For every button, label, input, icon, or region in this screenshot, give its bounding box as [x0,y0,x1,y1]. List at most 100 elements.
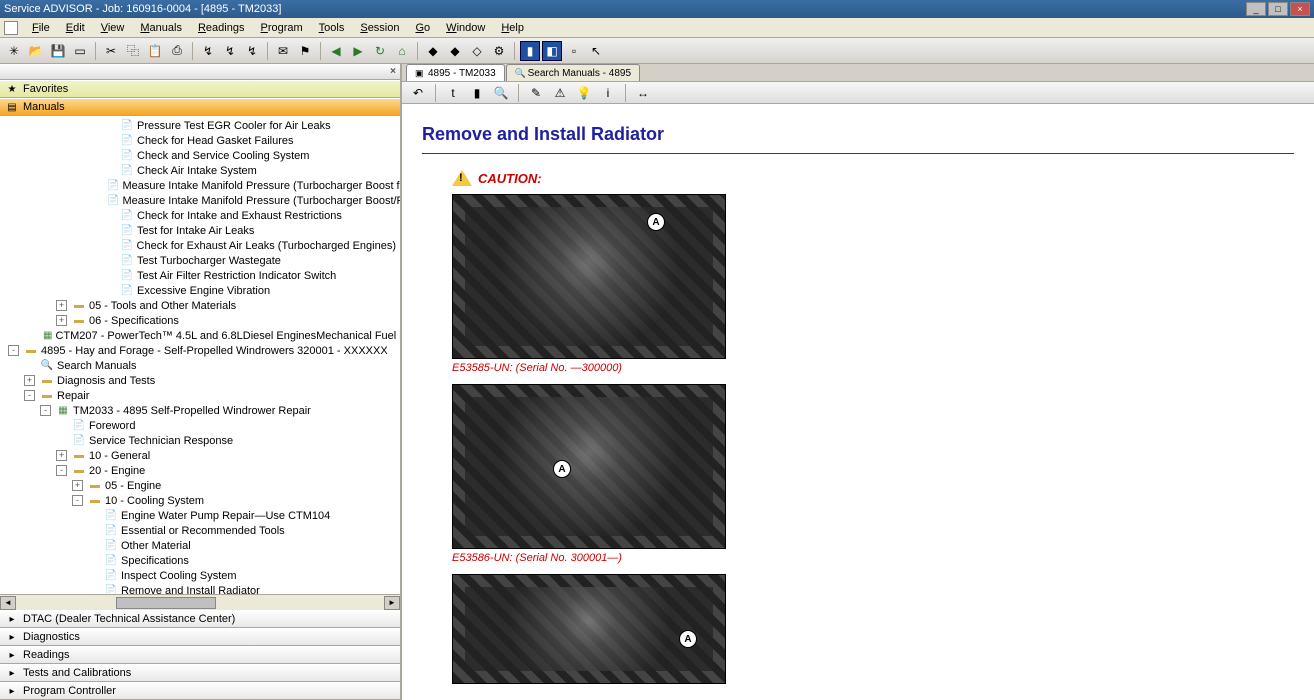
tree-view[interactable]: 📄Pressure Test EGR Cooler for Air Leaks📄… [0,116,400,594]
cut-icon[interactable]: ✂ [101,41,121,61]
accordion-tests-and-calibrations[interactable]: ▸Tests and Calibrations [0,664,400,682]
collapse-icon[interactable]: - [56,465,67,476]
info-icon[interactable]: i [598,83,618,103]
tree-item[interactable]: 📄Check for Head Gasket Failures [0,133,400,148]
tree-item[interactable]: 📄Other Material [0,538,400,553]
expand-icon[interactable]: + [56,450,67,461]
paste-icon[interactable]: 📋 [145,41,165,61]
collapse-icon[interactable]: - [72,495,83,506]
tree-item[interactable]: 📄Check and Service Cooling System [0,148,400,163]
menu-manuals[interactable]: Manuals [132,20,190,36]
tree-item[interactable]: -▬Repair [0,388,400,403]
minimize-button[interactable]: _ [1246,2,1266,16]
refresh-icon[interactable]: ↶ [408,83,428,103]
bulb-icon[interactable]: 💡 [574,83,594,103]
tree-item[interactable]: -▬20 - Engine [0,463,400,478]
close-button[interactable]: × [1290,2,1310,16]
accordion-favorites[interactable]: ★ Favorites [0,80,400,98]
panel-close-icon[interactable]: × [390,66,396,77]
menu-help[interactable]: Help [493,20,532,36]
menu-session[interactable]: Session [352,20,407,36]
connect2-icon[interactable]: ↯ [220,41,240,61]
tree-item[interactable]: -▬4895 - Hay and Forage - Self-Propelled… [0,343,400,358]
tree-item[interactable]: +▬Diagnosis and Tests [0,373,400,388]
folder-icon[interactable]: ▭ [70,41,90,61]
tree-item[interactable]: 📄Foreword [0,418,400,433]
forward-icon[interactable]: ▶ [348,41,368,61]
tree-item[interactable]: 📄Service Technician Response [0,433,400,448]
expand-icon[interactable]: + [24,375,35,386]
collapse-icon[interactable]: - [24,390,35,401]
nav-bookmark-icon[interactable]: ▮ [467,83,487,103]
tree-item[interactable]: -▦TM2033 - 4895 Self-Propelled Windrower… [0,403,400,418]
scroll-thumb[interactable] [116,597,216,609]
accordion-readings[interactable]: ▸Readings [0,646,400,664]
menu-edit[interactable]: Edit [58,20,93,36]
diamond1-icon[interactable]: ◆ [423,41,443,61]
document-content[interactable]: Remove and Install Radiator CAUTION: A E… [402,104,1314,700]
tree-item[interactable]: 📄Measure Intake Manifold Pressure (Turbo… [0,193,400,208]
tree-item[interactable]: 📄Excessive Engine Vibration [0,283,400,298]
tree-item[interactable]: 📄Test for Intake Air Leaks [0,223,400,238]
collapse-icon[interactable]: - [40,405,51,416]
tab-4895-tm2033[interactable]: ▣4895 - TM2033 [406,64,505,81]
tree-item[interactable]: 📄Check Air Intake System [0,163,400,178]
tree-item[interactable]: 🔍Search Manuals [0,358,400,373]
accordion-program-controller[interactable]: ▸Program Controller [0,682,400,700]
diamond2-icon[interactable]: ◆ [445,41,465,61]
horizontal-scrollbar[interactable]: ◄ ► [0,594,400,610]
expand-icon[interactable]: + [56,300,67,311]
back-icon[interactable]: ◀ [326,41,346,61]
tab-search-manuals-4895[interactable]: 🔍Search Manuals - 4895 [506,64,640,81]
accordion-manuals[interactable]: ▤ Manuals [0,98,400,116]
tree-item[interactable]: +▬05 - Engine [0,478,400,493]
warn-icon[interactable]: ⚠ [550,83,570,103]
tree-item[interactable]: 📄Pressure Test EGR Cooler for Air Leaks [0,118,400,133]
page-icon[interactable]: ▫ [564,41,584,61]
copy-icon[interactable]: ⿻ [123,41,143,61]
open-icon[interactable]: 📂 [26,41,46,61]
home-icon[interactable]: ⌂ [392,41,412,61]
mail-icon[interactable]: ✉ [273,41,293,61]
accordion-dtac-dealer-technical-assistance-center-[interactable]: ▸DTAC (Dealer Technical Assistance Cente… [0,610,400,628]
tree-item[interactable]: +▬10 - General [0,448,400,463]
maximize-button[interactable]: □ [1268,2,1288,16]
connect3-icon[interactable]: ↯ [242,41,262,61]
tree-item[interactable]: 📄Remove and Install Radiator [0,583,400,594]
new-icon[interactable]: ✳ [4,41,24,61]
menu-view[interactable]: View [93,20,133,36]
menu-file[interactable]: File [24,20,58,36]
tree-item[interactable]: ▦CTM207 - PowerTech™ 4.5L and 6.8LDiesel… [0,328,400,343]
tree-item[interactable]: 📄Essential or Recommended Tools [0,523,400,538]
menu-program[interactable]: Program [252,20,310,36]
tree-item[interactable]: 📄Check for Intake and Exhaust Restrictio… [0,208,400,223]
pane2-icon[interactable]: ◧ [542,41,562,61]
scroll-right-icon[interactable]: ► [384,596,400,610]
connect1-icon[interactable]: ↯ [198,41,218,61]
tree-item[interactable]: 📄Engine Water Pump Repair—Use CTM104 [0,508,400,523]
accordion-diagnostics[interactable]: ▸Diagnostics [0,628,400,646]
tree-item[interactable]: 📄Test Turbocharger Wastegate [0,253,400,268]
tree-item[interactable]: 📄Check for Exhaust Air Leaks (Turbocharg… [0,238,400,253]
cursor-icon[interactable]: ↖ [586,41,606,61]
collapse-icon[interactable]: - [8,345,19,356]
highlight-icon[interactable]: ✎ [526,83,546,103]
tree-item[interactable]: +▬05 - Tools and Other Materials [0,298,400,313]
tree-item[interactable]: +▬06 - Specifications [0,313,400,328]
menu-window[interactable]: Window [438,20,493,36]
expand-icon[interactable]: + [56,315,67,326]
stop-icon[interactable]: ↻ [370,41,390,61]
pane1-icon[interactable]: ▮ [520,41,540,61]
expand-icon[interactable]: + [72,480,83,491]
diamond3-icon[interactable]: ◇ [467,41,487,61]
scroll-left-icon[interactable]: ◄ [0,596,16,610]
nav-search-icon[interactable]: 🔍 [491,83,511,103]
print-icon[interactable]: ⎙ [167,41,187,61]
menu-readings[interactable]: Readings [190,20,253,36]
tree-item[interactable]: 📄Inspect Cooling System [0,568,400,583]
flag-icon[interactable]: ⚑ [295,41,315,61]
menu-tools[interactable]: Tools [311,20,353,36]
tree-item[interactable]: 📄Test Air Filter Restriction Indicator S… [0,268,400,283]
tree-item[interactable]: 📄Specifications [0,553,400,568]
link-icon[interactable]: ↔ [633,83,653,103]
